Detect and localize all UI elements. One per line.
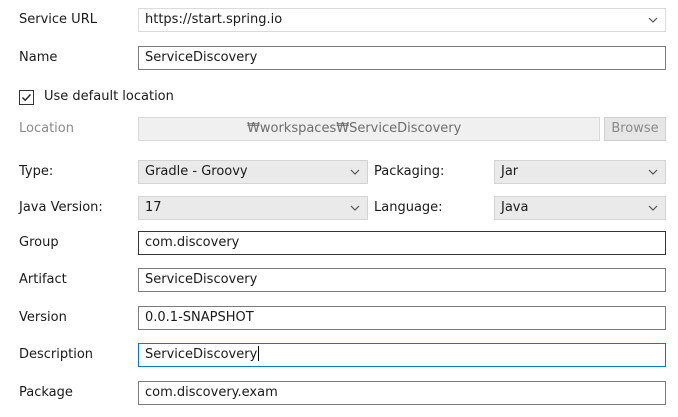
java-version-combo[interactable]: 17 [138, 196, 368, 220]
packaging-combo[interactable]: Jar [494, 160, 666, 184]
chevron-down-icon [350, 169, 360, 175]
java-version-label: Java Version: [19, 200, 103, 215]
service-url-value: https://start.spring.io [145, 12, 283, 27]
version-field[interactable]: 0.0.1-SNAPSHOT [138, 306, 666, 330]
version-label: Version [19, 310, 67, 325]
artifact-field[interactable]: ServiceDiscovery [138, 268, 666, 292]
package-label: Package [19, 385, 73, 400]
language-combo[interactable]: Java [494, 196, 666, 220]
description-label: Description [19, 347, 94, 362]
service-url-label: Service URL [19, 12, 97, 27]
description-value: ServiceDiscovery [145, 347, 258, 362]
packaging-value: Jar [501, 164, 519, 179]
name-label: Name [19, 50, 58, 65]
packaging-label: Packaging: [374, 164, 445, 179]
group-field[interactable]: com.discovery [138, 231, 666, 255]
type-label: Type: [19, 164, 54, 179]
use-default-location-label: Use default location [44, 89, 174, 104]
check-icon [22, 94, 32, 102]
language-value: Java [501, 200, 529, 215]
text-caret [258, 346, 260, 361]
type-value: Gradle - Groovy [145, 164, 248, 179]
chevron-down-icon [648, 205, 658, 211]
service-url-combo[interactable]: https://start.spring.io [138, 8, 666, 32]
chevron-down-icon [648, 17, 658, 23]
name-field[interactable]: ServiceDiscovery [138, 46, 666, 70]
group-label: Group [19, 235, 59, 250]
location-label: Location [19, 121, 74, 136]
language-label: Language: [374, 200, 443, 215]
browse-button: Browse [604, 117, 666, 141]
artifact-label: Artifact [19, 272, 67, 287]
use-default-location-checkbox[interactable] [19, 90, 34, 105]
description-field[interactable]: ServiceDiscovery [138, 343, 666, 367]
package-field[interactable]: com.discovery.exam [138, 381, 666, 405]
java-version-value: 17 [145, 200, 162, 215]
type-combo[interactable]: Gradle - Groovy [138, 160, 368, 184]
chevron-down-icon [350, 205, 360, 211]
location-field: ₩workspaces₩ServiceDiscovery [138, 117, 600, 141]
chevron-down-icon [648, 169, 658, 175]
